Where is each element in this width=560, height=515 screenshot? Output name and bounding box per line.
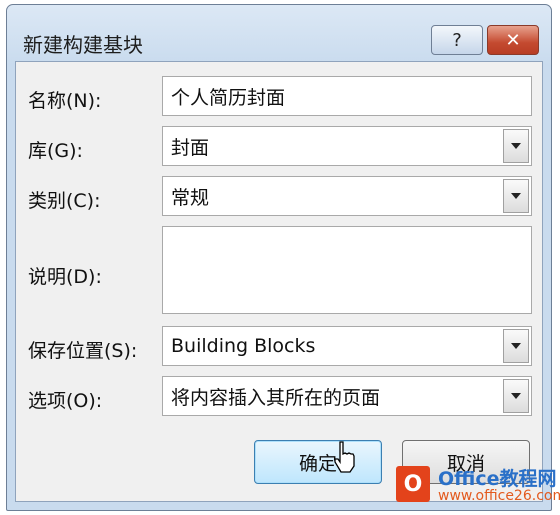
watermark-url: www.office26.com [438, 488, 560, 504]
chevron-down-icon [511, 343, 521, 349]
gallery-dropdown[interactable]: 封面 [162, 126, 532, 166]
category-value: 常规 [171, 186, 210, 209]
options-label: 选项(O): [28, 390, 103, 412]
dialog-title: 新建构建基块 [23, 33, 143, 57]
description-textarea[interactable] [162, 226, 532, 314]
chevron-down-icon [511, 193, 521, 199]
title-bar: 新建构建基块 ? ✕ [7, 5, 551, 63]
ok-button[interactable]: 确定 [254, 440, 382, 484]
name-label: 名称(N): [28, 90, 102, 112]
category-label: 类别(C): [28, 190, 101, 212]
dialog-body: 名称(N): 个人简历封面 库(G): 封面 类别(C): 常规 说明(D): … [15, 61, 543, 502]
chevron-down-icon [511, 143, 521, 149]
save-in-dropdown[interactable]: Building Blocks [162, 326, 532, 366]
save-in-value: Building Blocks [171, 335, 316, 357]
logo-letter: O [403, 471, 423, 497]
options-dropdown[interactable]: 将内容插入其所在的页面 [162, 376, 532, 416]
gallery-dropdown-arrow[interactable] [503, 129, 529, 163]
gallery-value: 封面 [171, 136, 210, 159]
category-dropdown-arrow[interactable] [503, 179, 529, 213]
watermark: O Office教程网 www.office26.com [392, 462, 560, 512]
help-icon: ? [452, 29, 462, 51]
options-dropdown-arrow[interactable] [503, 379, 529, 413]
gallery-label: 库(G): [28, 140, 83, 162]
help-button[interactable]: ? [431, 25, 483, 55]
hand-cursor-icon [334, 441, 355, 473]
close-button[interactable]: ✕ [487, 25, 539, 55]
name-value: 个人简历封面 [171, 86, 286, 109]
office-logo-icon: O [396, 466, 430, 502]
close-icon: ✕ [505, 29, 521, 51]
save-in-label: 保存位置(S): [28, 340, 138, 362]
chevron-down-icon [511, 393, 521, 399]
category-dropdown[interactable]: 常规 [162, 176, 532, 216]
options-value: 将内容插入其所在的页面 [171, 386, 381, 409]
new-building-block-dialog: 新建构建基块 ? ✕ 名称(N): 个人简历封面 库(G): 封面 类别(C):… [6, 4, 552, 511]
name-input[interactable]: 个人简历封面 [162, 76, 532, 116]
watermark-brand: Office教程网 [438, 468, 557, 490]
description-label: 说明(D): [28, 266, 102, 288]
save-in-dropdown-arrow[interactable] [503, 329, 529, 363]
